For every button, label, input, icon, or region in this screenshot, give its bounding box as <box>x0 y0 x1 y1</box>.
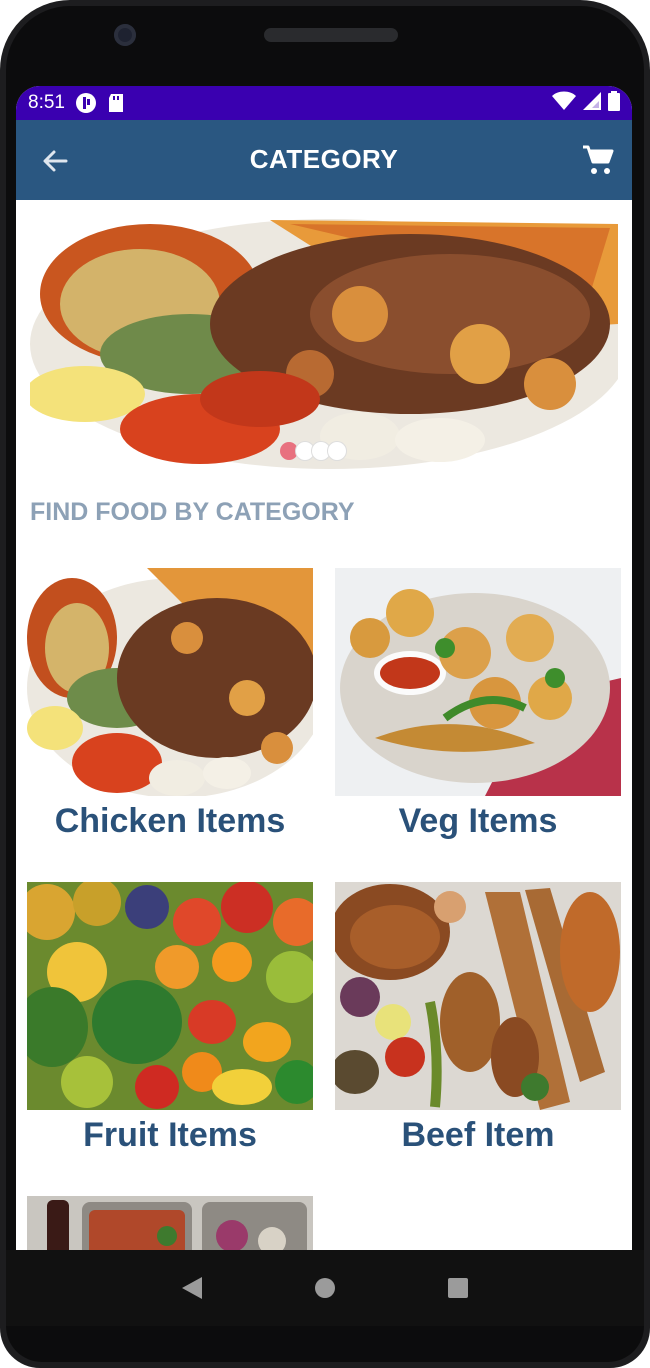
app-notification-icon <box>75 92 97 114</box>
carousel-dot[interactable] <box>328 442 346 460</box>
banner-food-image <box>30 214 618 470</box>
nav-home-icon[interactable] <box>314 1278 335 1298</box>
front-camera <box>114 24 136 46</box>
carousel-indicator <box>280 442 346 460</box>
nav-back-icon[interactable] <box>182 1277 203 1299</box>
banner-carousel[interactable] <box>30 214 618 470</box>
category-label: Fruit Items <box>83 1116 257 1154</box>
cart-button[interactable] <box>580 142 616 178</box>
fruit-items-image <box>27 882 313 1110</box>
status-time: 8:51 <box>28 92 65 113</box>
shopping-cart-icon <box>583 145 614 174</box>
section-heading: FIND FOOD BY CATEGORY <box>30 498 355 526</box>
beef-item-image <box>335 882 621 1110</box>
status-bar: 8:51 <box>16 86 632 120</box>
category-image-partial <box>27 1196 313 1250</box>
battery-icon <box>608 90 620 116</box>
category-card-partial[interactable] <box>27 1196 313 1250</box>
category-label: Chicken Items <box>54 802 286 840</box>
chicken-items-image <box>27 568 313 796</box>
category-card-fruit[interactable]: Fruit Items <box>27 882 313 1155</box>
veg-items-image <box>335 568 621 796</box>
app-bar: CATEGORY <box>16 120 632 200</box>
earpiece-speaker <box>264 28 398 42</box>
nav-recents-icon[interactable] <box>447 1278 468 1298</box>
signal-icon <box>582 91 602 116</box>
system-navigation-bar <box>6 1250 644 1326</box>
category-card-veg[interactable]: Veg Items <box>335 568 621 841</box>
category-card-chicken[interactable]: Chicken Items <box>27 568 313 841</box>
sd-card-icon <box>107 93 125 113</box>
category-label: Veg Items <box>398 802 558 840</box>
category-card-beef[interactable]: Beef Item <box>335 882 621 1155</box>
wifi-icon <box>552 91 576 116</box>
page-title: CATEGORY <box>249 144 399 174</box>
category-label: Beef Item <box>401 1116 555 1154</box>
app-screen: 8:51 CATEGORY FIND FOOD BY CATEGORY Chic… <box>16 86 632 1250</box>
